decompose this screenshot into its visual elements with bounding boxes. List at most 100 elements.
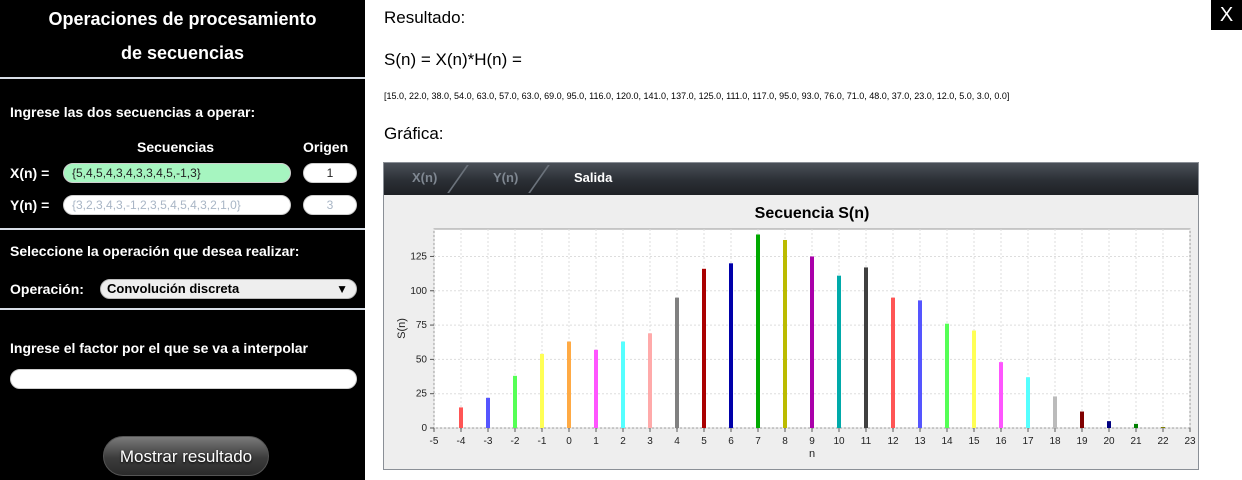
dropdown-arrow-icon: ▼ <box>336 282 348 296</box>
x-sequence-input[interactable] <box>63 163 291 183</box>
interpolate-factor-input[interactable] <box>10 369 357 389</box>
divider <box>0 77 365 79</box>
bar <box>675 297 679 428</box>
result-label: Resultado: <box>384 8 466 27</box>
bar <box>567 341 571 428</box>
bar <box>1107 421 1111 428</box>
bar <box>459 407 463 428</box>
sequences-column-header: Secuencias <box>137 139 215 155</box>
origin-column-header: Origen <box>303 139 349 155</box>
bar <box>972 330 976 428</box>
operation-select-value: Convolución discreta <box>107 281 240 296</box>
sequence-chart: -5 -4 -3 -2 -1 0 1 2 3 4 5 6 7 8 9 10 11 12 13 14 15 16 17 18 19… <box>396 205 1196 460</box>
bar <box>1080 411 1084 428</box>
y-tick-label: 125 <box>410 251 427 262</box>
x-tick-label: 12 <box>887 436 899 447</box>
bar <box>810 256 814 428</box>
bar <box>1134 423 1138 428</box>
x-tick-label: 14 <box>941 436 953 447</box>
bar <box>540 353 544 428</box>
bar <box>999 362 1003 428</box>
x-tick-label: 16 <box>995 436 1007 447</box>
x-tick-label: -3 <box>484 436 493 447</box>
divider <box>0 308 365 310</box>
operation-label: Operación: <box>10 281 84 297</box>
y-sequence-label: Y(n) = <box>10 197 50 213</box>
tab-divider <box>528 165 550 193</box>
x-tick-label: 7 <box>755 436 761 447</box>
sidebar-title-line1: Operaciones de procesamiento <box>48 9 317 29</box>
interpolate-prompt: Ingrese el factor por el que se va a int… <box>10 340 308 356</box>
graph-label: Gráfica: <box>384 124 444 143</box>
bar <box>621 341 625 428</box>
y-tick-label: 0 <box>421 423 427 434</box>
sidebar: Operaciones de procesamiento de secuenci… <box>0 0 365 480</box>
close-button[interactable]: X <box>1211 0 1242 30</box>
bar <box>1026 377 1030 428</box>
divider <box>0 228 365 230</box>
y-tick-label: 25 <box>416 389 428 400</box>
x-tick-label: 20 <box>1103 436 1115 447</box>
y-tick-label: 100 <box>410 286 427 297</box>
bar <box>1053 396 1057 428</box>
x-tick-label: 8 <box>782 436 788 447</box>
x-tick-label: -4 <box>457 436 466 447</box>
x-tick-label: 18 <box>1049 436 1061 447</box>
x-tick-label: 22 <box>1157 436 1169 447</box>
y-sequence-input[interactable] <box>63 195 291 215</box>
tab-divider <box>447 165 469 193</box>
bar <box>918 300 922 428</box>
sequences-prompt: Ingrese las dos secuencias a operar: <box>10 104 256 120</box>
tab-bar: X(n) Y(n) Salida <box>384 163 1198 195</box>
y-tick-label: 50 <box>416 354 428 365</box>
x-tick-label: 17 <box>1022 436 1034 447</box>
x-origin-input[interactable] <box>303 163 357 183</box>
x-tick-label: 11 <box>861 436 872 447</box>
formula-text: S(n) = X(n)*H(n) = <box>384 50 522 69</box>
chart-title: Secuencia S(n) <box>755 205 870 222</box>
tab-output[interactable]: Salida <box>574 163 612 195</box>
x-tick-label: 1 <box>593 436 599 447</box>
bar <box>1161 427 1165 428</box>
x-tick-label: 6 <box>728 436 734 447</box>
x-tick-label: 9 <box>809 436 815 447</box>
x-axis-label: n <box>809 448 815 460</box>
x-tick-label: 23 <box>1184 436 1196 447</box>
x-tick-label: 13 <box>914 436 926 447</box>
operation-prompt: Seleccione la operación que desea realiz… <box>10 243 300 259</box>
x-tick-label: 2 <box>620 436 626 447</box>
chart-panel: X(n) Y(n) Salida -5 -4 -3 -2 -1 0 1 2 3 4 5 6 7 8 9 10 1… <box>383 162 1199 470</box>
tab-x[interactable]: X(n) <box>412 163 437 195</box>
x-tick-label: -2 <box>511 436 520 447</box>
x-tick-label: 19 <box>1076 436 1088 447</box>
x-tick-label: 21 <box>1130 436 1142 447</box>
x-tick-label: 10 <box>833 436 845 447</box>
bar <box>486 397 490 428</box>
bar <box>513 375 517 428</box>
x-tick-label: -5 <box>430 436 439 447</box>
bar <box>945 323 949 428</box>
result-values: [15.0, 22.0, 38.0, 54.0, 63.0, 57.0, 63.… <box>384 91 1010 101</box>
x-tick-label: 4 <box>674 436 680 447</box>
bar <box>783 239 787 428</box>
show-result-button[interactable]: Mostrar resultado <box>103 436 269 476</box>
bar <box>756 234 760 428</box>
x-tick-label: 15 <box>968 436 980 447</box>
tab-y[interactable]: Y(n) <box>493 163 518 195</box>
y-origin-input[interactable] <box>303 195 357 215</box>
bar <box>702 268 706 428</box>
bar <box>594 349 598 428</box>
sidebar-title-line2: de secuencias <box>120 43 245 63</box>
x-tick-label: 5 <box>701 436 707 447</box>
bar <box>837 275 841 428</box>
y-tick-label: 75 <box>416 320 428 331</box>
y-axis-label: S(n) <box>396 318 408 339</box>
x-tick-label: 0 <box>566 436 572 447</box>
bar <box>891 297 895 428</box>
x-sequence-label: X(n) = <box>10 165 50 181</box>
bar <box>729 263 733 428</box>
x-tick-label: -1 <box>538 436 547 447</box>
bar <box>864 267 868 428</box>
x-tick-label: 3 <box>647 436 653 447</box>
operation-select[interactable]: Convolución discreta ▼ <box>100 279 357 299</box>
